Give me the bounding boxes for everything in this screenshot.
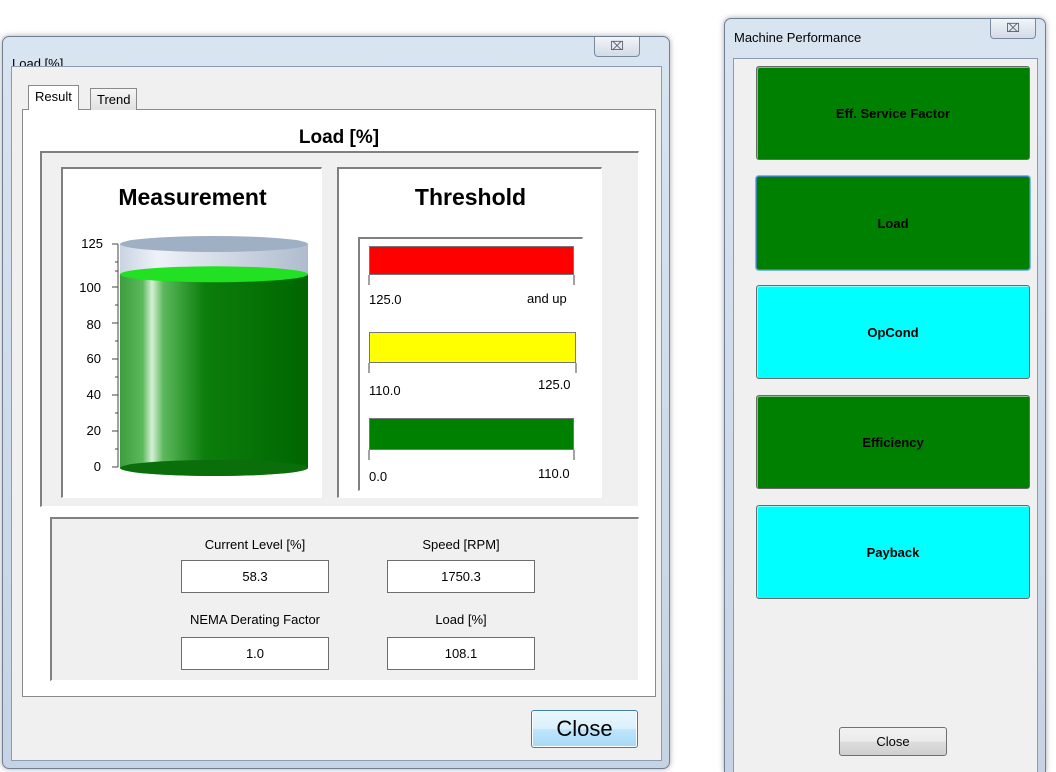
result-heading: Load [%]: [298, 127, 380, 148]
gauge-top: [120, 236, 308, 252]
scale-label-125: 125: [81, 236, 103, 251]
threshold-bar-green: [369, 418, 574, 450]
threshold-yellow-high: 125.0: [538, 377, 571, 392]
scale-label-40: 40: [86, 387, 101, 402]
load-window-close-x-button[interactable]: ⌧: [594, 37, 640, 57]
close-x-icon: ⌧: [1006, 21, 1020, 35]
tab-result-label: Result: [35, 89, 72, 104]
eff-service-factor-button[interactable]: Eff. Service Factor: [756, 66, 1030, 160]
gauge-liquid-bottom: [120, 460, 308, 476]
current-level-label: Current Level [%]: [204, 537, 306, 552]
tab-trend[interactable]: Trend: [90, 88, 138, 110]
threshold-yellow-low: 110.0: [369, 383, 401, 398]
threshold-red-high: and up: [527, 291, 567, 306]
tab-result[interactable]: Result: [28, 85, 79, 110]
threshold-bar-red: [369, 246, 574, 275]
close-x-icon: ⌧: [610, 39, 624, 53]
load-label: Load [%]: [435, 612, 487, 627]
machine-performance-title: Machine Performance: [734, 30, 862, 45]
efficiency-button[interactable]: Efficiency: [756, 395, 1030, 489]
scale-label-20: 20: [86, 423, 101, 438]
current-level-field[interactable]: 58.3: [181, 560, 329, 593]
tab-trend-label: Trend: [97, 92, 131, 107]
threshold-green-low: 0.0: [369, 469, 388, 484]
load-field[interactable]: 108.1: [387, 637, 535, 670]
threshold-ticks-green: [368, 450, 575, 460]
threshold-green-high: 110.0: [538, 466, 570, 481]
nema-label: NEMA Derating Factor: [189, 612, 321, 627]
gauge-liquid: [120, 274, 308, 468]
machine-performance-close-x-button[interactable]: ⌧: [990, 19, 1036, 39]
threshold-bar-yellow: [369, 332, 576, 363]
close-button-label: Close: [556, 716, 613, 741]
nema-field[interactable]: 1.0: [181, 637, 329, 670]
measurement-heading: Measurement: [118, 184, 267, 210]
scale-label-60: 60: [86, 351, 101, 366]
opcond-button[interactable]: OpCond: [756, 285, 1030, 379]
threshold-ticks-red: [368, 275, 575, 285]
scale-label-100: 100: [79, 280, 101, 295]
scale-label-80: 80: [86, 317, 101, 332]
speed-field[interactable]: 1750.3: [387, 560, 535, 593]
threshold-red-low: 125.0: [369, 292, 402, 307]
close-button[interactable]: Close: [531, 710, 638, 748]
load-button[interactable]: Load: [756, 176, 1030, 270]
payback-button[interactable]: Payback: [756, 505, 1030, 599]
gauge-liquid-surface: [120, 266, 308, 283]
gauge-ticks: [112, 243, 118, 468]
scale-label-0: 0: [93, 459, 101, 474]
machine-performance-close-button[interactable]: Close: [839, 727, 947, 756]
threshold-heading: Threshold: [414, 184, 527, 210]
speed-label: Speed [RPM]: [422, 537, 500, 552]
cylinder-gauge: [112, 236, 308, 476]
threshold-ticks-yellow: [368, 363, 577, 373]
